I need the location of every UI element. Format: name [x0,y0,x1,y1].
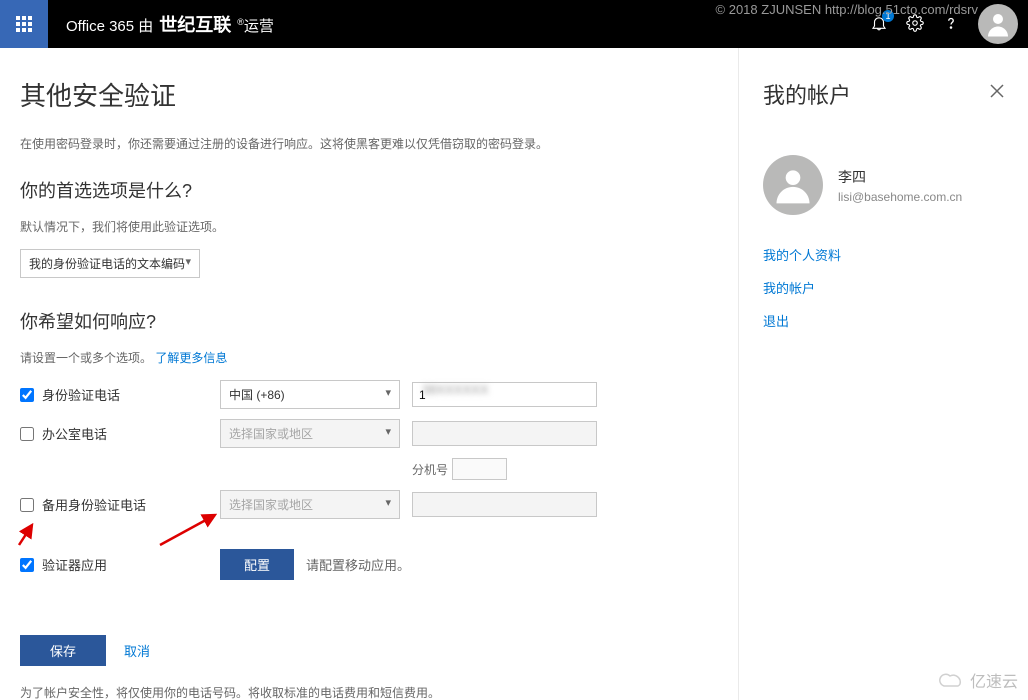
alt-phone-checkbox[interactable] [20,498,34,512]
profile-avatar [763,155,823,215]
auth-phone-label: 身份验证电话 [42,385,120,404]
page-description: 在使用密码登录时，你还需要通过注册的设备进行响应。这将使黑客更难以仅凭借窃取的密… [20,135,718,152]
extension-row: 分机号 [412,458,718,480]
office-phone-label: 办公室电话 [42,424,107,443]
cloud-icon [936,670,966,690]
configure-note: 请配置移动应用。 [306,555,410,574]
vendor-watermark: 亿速云 [936,668,1018,692]
settings-button[interactable] [906,14,924,35]
profile-block: 李四 lisi@basehome.com.cn [763,155,1004,215]
auth-app-checkbox[interactable] [20,558,34,572]
page-title: 其他安全验证 [20,76,718,113]
preferred-option-select[interactable]: 我的身份验证电话的文本编码 [20,249,200,278]
cancel-button[interactable]: 取消 [124,641,150,660]
alt-phone-country-select[interactable]: 选择国家或地区 [220,490,400,519]
option-row-auth-app: 验证器应用 配置 请配置移动应用。 [20,549,718,580]
person-icon [771,163,815,207]
option-row-office-phone: 办公室电话 选择国家或地区 [20,419,718,448]
auth-phone-country-select[interactable]: 中国 (+86) [220,380,400,409]
alt-phone-input [412,492,597,517]
profile-email: lisi@basehome.com.cn [838,190,962,204]
account-panel-title: 我的帐户 [763,78,1004,110]
option-row-alt-phone: 备用身份验证电话 选择国家或地区 [20,490,718,519]
link-sign-out[interactable]: 退出 [763,311,1004,330]
close-panel-button[interactable] [990,82,1004,103]
waffle-icon [16,16,32,32]
auth-app-label: 验证器应用 [42,555,107,574]
notification-badge: 1 [882,10,894,22]
office-phone-checkbox[interactable] [20,427,34,441]
office-phone-input [412,421,597,446]
notifications-button[interactable]: 1 [870,14,888,35]
learn-more-link[interactable]: 了解更多信息 [155,351,227,365]
office-phone-country-select[interactable]: 选择国家或地区 [220,419,400,448]
extension-input [452,458,507,480]
help-button[interactable] [942,14,960,35]
main-content: 其他安全验证 在使用密码登录时，你还需要通过注册的设备进行响应。这将使黑客更难以… [0,48,738,700]
preferred-note: 默认情况下，我们将使用此验证选项。 [20,218,718,235]
respond-heading: 你希望如何响应? [20,308,718,334]
link-my-profile[interactable]: 我的个人资料 [763,245,1004,264]
profile-name: 李四 [838,167,962,187]
user-avatar-button[interactable] [978,4,1018,44]
gear-icon [906,14,924,32]
configure-button[interactable]: 配置 [220,549,294,580]
app-launcher-button[interactable] [0,0,48,48]
footer-note: 为了帐户安全性，将仅使用你的电话号码。将收取标准的电话费用和短信费用。 [20,684,718,700]
alt-phone-label: 备用身份验证电话 [42,495,146,514]
person-icon [983,9,1013,39]
help-icon [942,14,960,32]
extension-label: 分机号 [412,461,448,478]
brand-title: Office 365 由 世纪互联 ®运营 [66,11,274,37]
account-panel: 我的帐户 李四 lisi@basehome.com.cn 我的个人资料 我的帐户… [738,48,1028,700]
respond-note: 请设置一个或多个选项。 了解更多信息 [20,349,718,366]
save-button[interactable]: 保存 [20,635,106,666]
link-my-account[interactable]: 我的帐户 [763,278,1004,297]
close-icon [990,84,1004,98]
preferred-heading: 你的首选选项是什么? [20,177,718,203]
auth-phone-checkbox[interactable] [20,388,34,402]
top-bar: Office 365 由 世纪互联 ®运营 1 [0,0,1028,48]
option-row-auth-phone: 身份验证电话 中国 (+86) 38XXXXXX [20,380,718,409]
